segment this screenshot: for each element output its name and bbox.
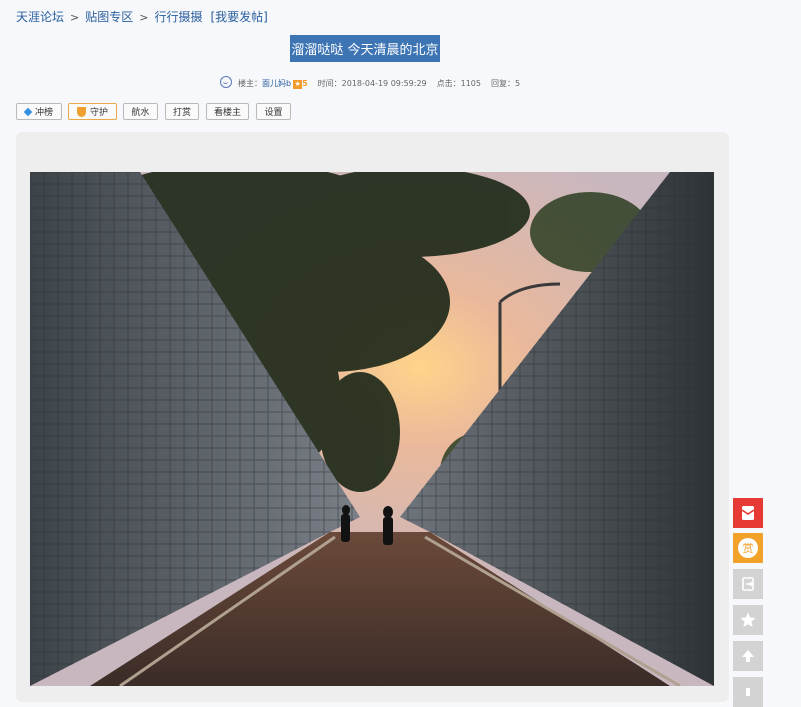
level-badge-icon: ★ <box>293 80 303 89</box>
shield-icon <box>76 106 86 117</box>
breadcrumb-tianya[interactable]: 天涯论坛 <box>16 10 64 24</box>
share-button[interactable] <box>733 569 763 599</box>
settings-button[interactable]: 设置 <box>256 103 291 120</box>
replies-label: 回复： <box>490 79 515 88</box>
author-avatar-icon <box>220 76 232 88</box>
share-icon <box>742 577 754 591</box>
favorite-button[interactable] <box>733 605 763 635</box>
rank-button[interactable]: 冲榜 <box>16 103 62 120</box>
page-title: 溜溜哒哒 今天清晨的北京 <box>290 35 440 62</box>
reward-button[interactable]: 赏 <box>733 533 763 563</box>
back-to-top-button[interactable] <box>733 641 763 671</box>
breadcrumb-photo-zone[interactable]: 贴图专区 <box>85 10 133 24</box>
diamond-icon <box>23 107 33 116</box>
new-post-link[interactable]: [我要发帖] <box>210 10 267 24</box>
time-label: 时间： <box>317 79 342 88</box>
more-icon <box>746 688 750 696</box>
chevron-right-icon: > <box>139 11 149 24</box>
view-op-button[interactable]: 看楼主 <box>206 103 249 120</box>
guard-button[interactable]: 守护 <box>68 103 117 120</box>
post-meta: 楼主：面儿妈b ★5 时间：2018-04-19 09:59:29 点击：1105 回复… <box>220 76 520 89</box>
red-envelope-button[interactable] <box>733 498 763 528</box>
tip-button[interactable]: 打赏 <box>165 103 199 120</box>
breadcrumb-board[interactable]: 行行摄摄 <box>154 10 202 24</box>
reward-icon: 赏 <box>738 538 758 558</box>
replies-count: 5 <box>514 79 521 88</box>
water-button[interactable]: 航水 <box>123 103 158 120</box>
clicks-label: 点击： <box>436 79 461 88</box>
post-photo[interactable] <box>30 172 714 686</box>
author-link[interactable]: 面儿妈b <box>262 79 291 88</box>
post-time: 2018-04-19 09:59:29 <box>341 79 427 88</box>
level-number: 5 <box>302 79 308 88</box>
author-label: 楼主： <box>238 79 262 88</box>
clicks-count: 1105 <box>460 79 481 88</box>
more-button[interactable] <box>733 677 763 707</box>
breadcrumb: 天涯论坛 > 贴图专区 > 行行摄摄 [我要发帖] <box>16 8 268 25</box>
favorite-star-icon <box>740 612 756 627</box>
red-envelope-icon <box>741 506 755 520</box>
back-to-top-icon <box>742 650 754 662</box>
chevron-right-icon: > <box>70 11 80 24</box>
